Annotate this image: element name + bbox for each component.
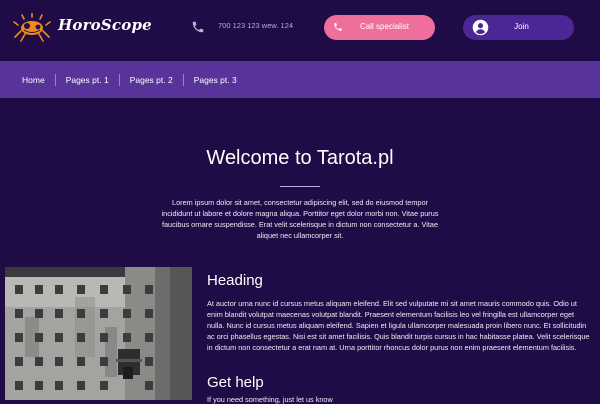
nav-divider xyxy=(182,74,184,86)
title-divider xyxy=(280,186,320,187)
nav-divider xyxy=(54,74,56,86)
join-label: Join xyxy=(514,22,529,31)
section-heading: Heading xyxy=(207,272,263,289)
building-photo xyxy=(5,267,192,400)
nav-item-pages-pt-1[interactable]: Pages pt. 1 xyxy=(66,75,109,85)
call-specialist-label: Call specialist xyxy=(360,22,409,31)
section-paragraph: At auctor urna nunc id cursus metus aliq… xyxy=(207,299,590,352)
crab-logo-icon[interactable] xyxy=(12,13,52,43)
nav-item-pages-pt-3[interactable]: Pages pt. 3 xyxy=(194,75,237,85)
phone-number[interactable]: 700 123 123 wew. 124 xyxy=(218,21,293,30)
nav-item-pages-pt-2[interactable]: Pages pt. 2 xyxy=(130,75,173,85)
main-navigation: Home Pages pt. 1 Pages pt. 2 Pages pt. 3 xyxy=(0,61,600,98)
page-title: Welcome to Tarota.pl xyxy=(206,147,394,169)
site-header: HoroScope 700 123 123 wew. 124 Call spec… xyxy=(0,0,600,60)
call-specialist-button[interactable]: Call specialist xyxy=(324,15,435,40)
nav-item-home[interactable]: Home xyxy=(22,75,45,85)
phone-icon xyxy=(192,21,204,33)
intro-paragraph: Lorem ipsum dolor sit amet, consectetur … xyxy=(161,198,439,240)
brand-name[interactable]: HoroScope xyxy=(58,16,152,34)
join-button[interactable]: Join xyxy=(463,15,574,40)
nav-divider xyxy=(118,74,120,86)
help-heading: Get help xyxy=(207,374,264,391)
